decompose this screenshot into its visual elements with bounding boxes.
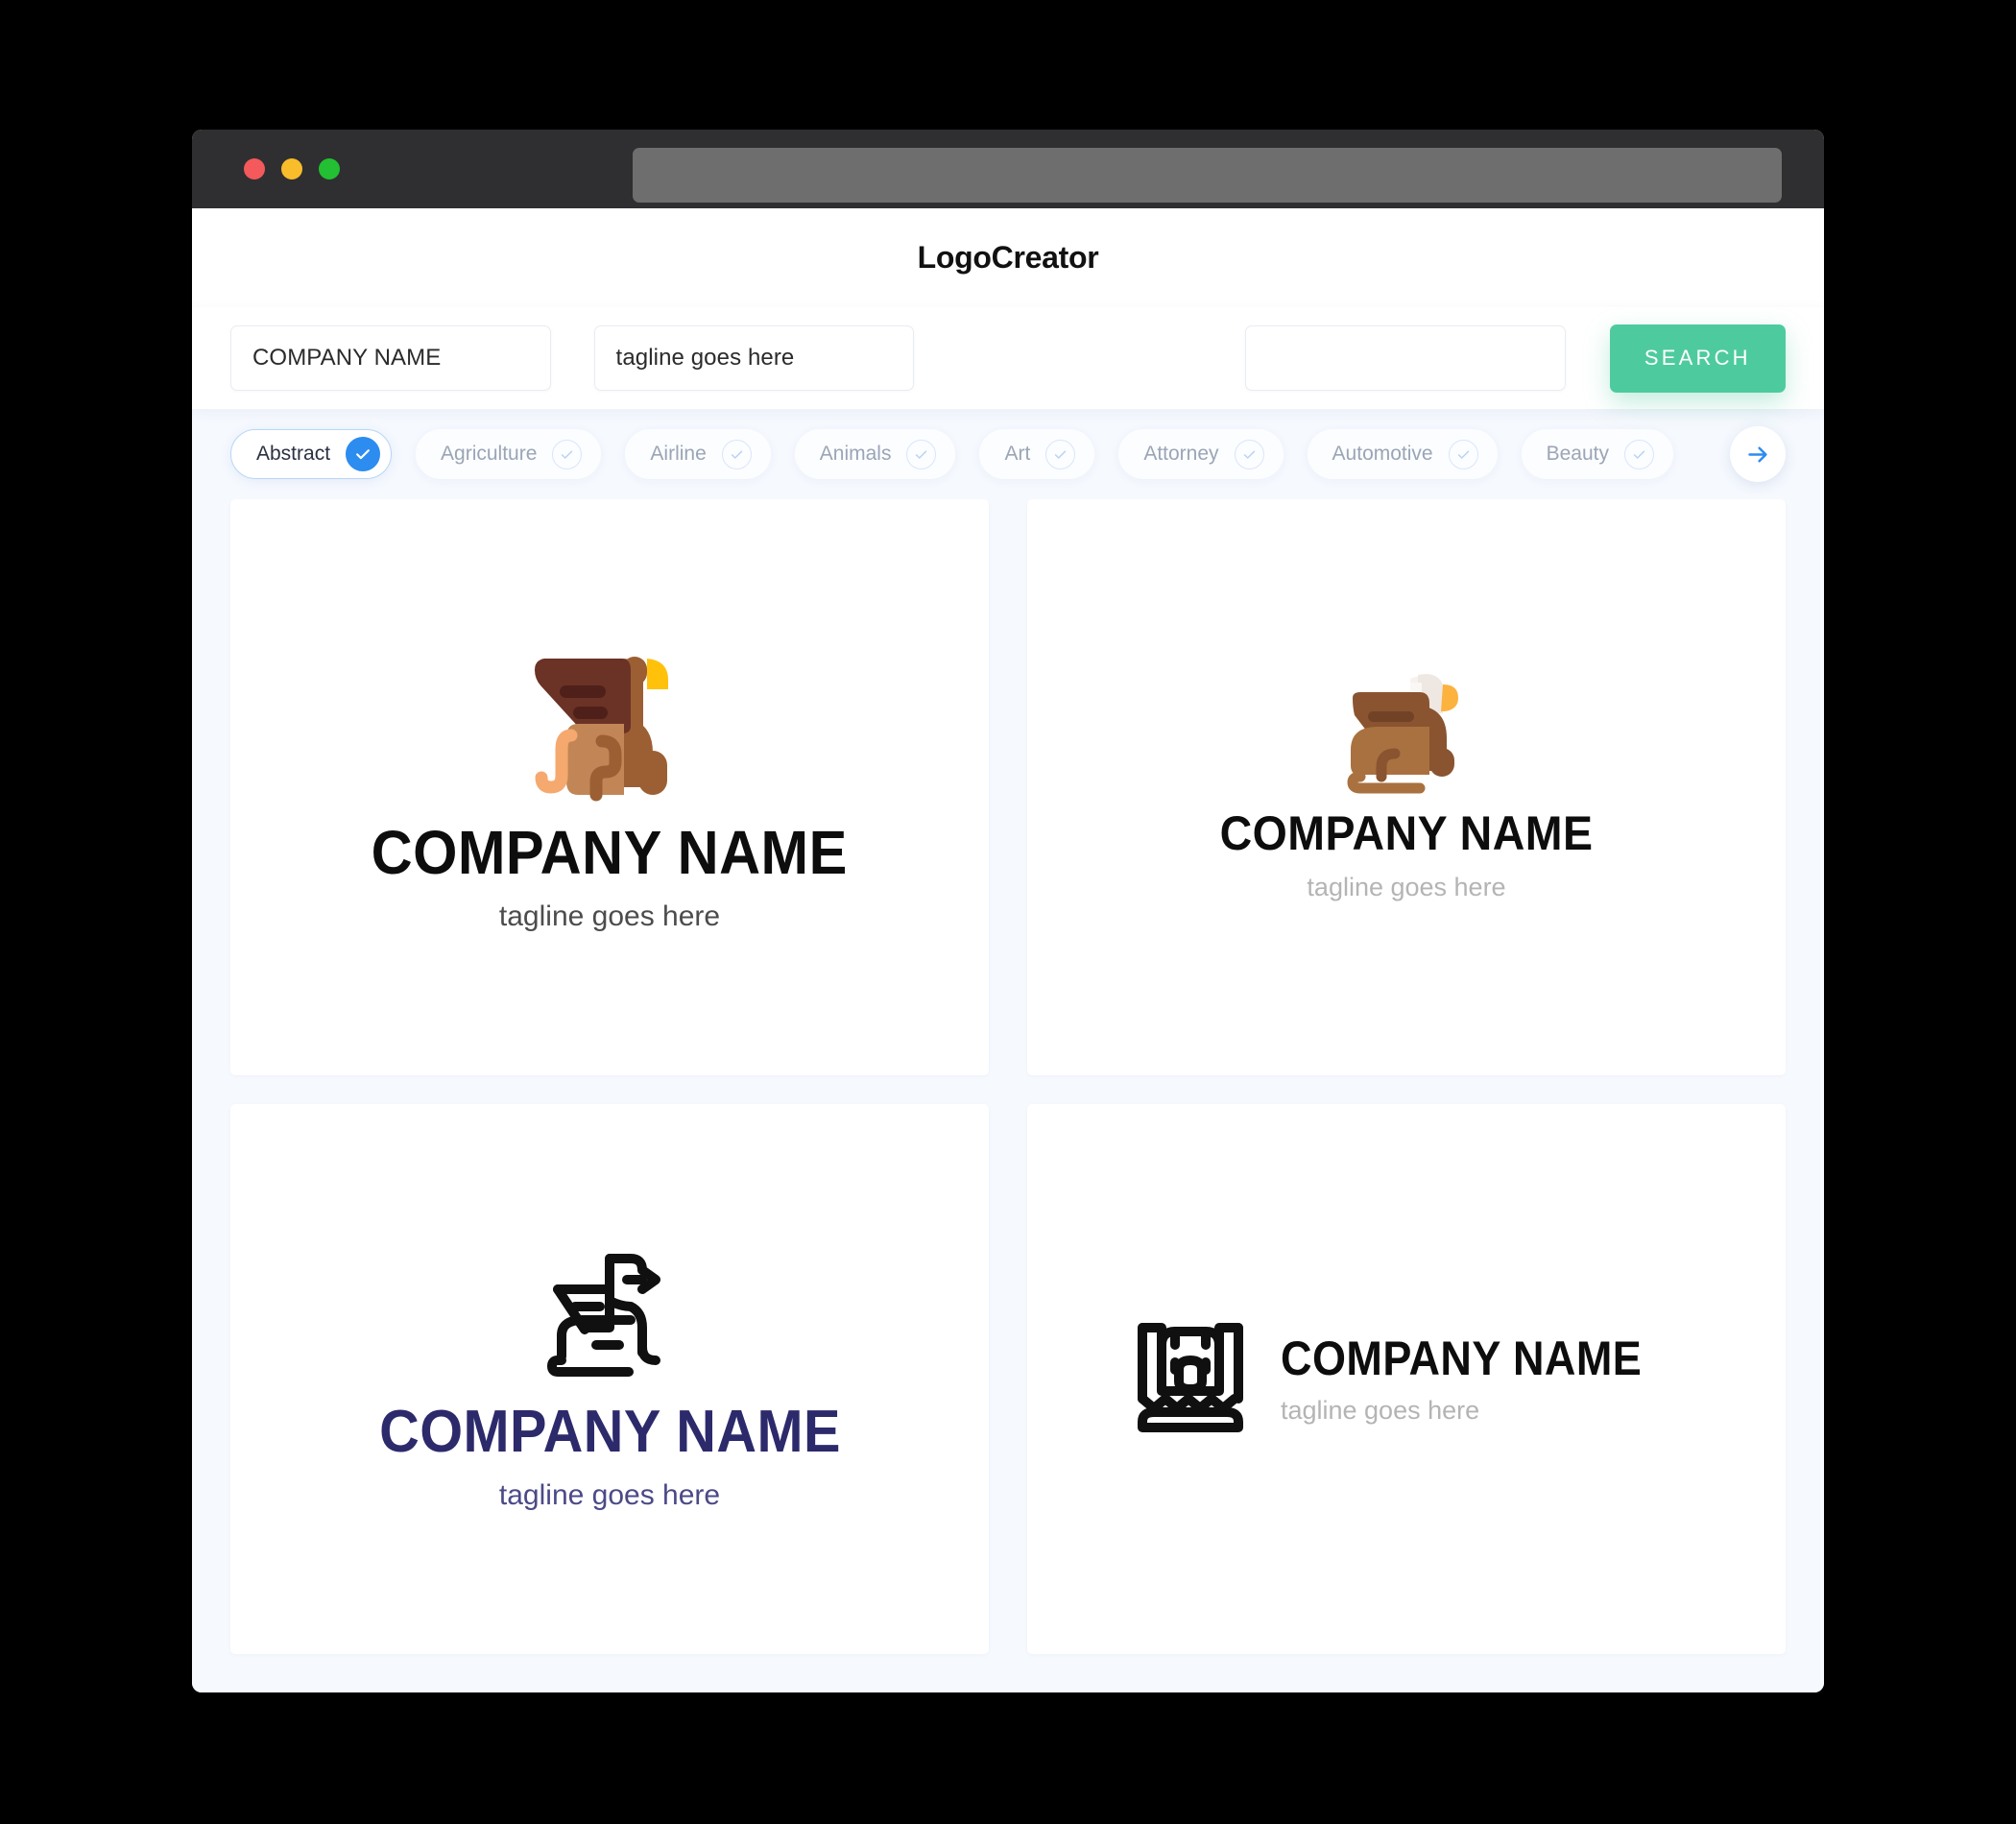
category-chip-label: Attorney	[1143, 443, 1219, 465]
logo-company-name: COMPANY NAME	[371, 817, 849, 887]
category-chip-animals[interactable]: Animals	[794, 429, 956, 479]
check-circle-icon	[721, 439, 752, 469]
logo-company-name: COMPANY NAME	[378, 1399, 841, 1466]
category-chip-attorney[interactable]: Attorney	[1118, 429, 1284, 479]
check-circle-icon	[1045, 439, 1076, 469]
logo-tagline: tagline goes here	[498, 900, 721, 932]
app-header: LogoCreator	[192, 208, 1824, 307]
arrow-right-icon	[1747, 446, 1767, 462]
check-circle-icon	[346, 437, 381, 471]
logo-preview: COMPANY NAME tagline goes here	[1206, 673, 1607, 900]
tagline-input[interactable]: tagline goes here	[593, 325, 915, 391]
category-chip-agriculture[interactable]: Agriculture	[416, 429, 602, 479]
category-chip-abstract[interactable]: Abstract	[230, 429, 393, 479]
address-bar[interactable]	[633, 148, 1782, 203]
category-filter-bar[interactable]: Abstract Agriculture Airline Animals Art	[192, 409, 1824, 499]
griffin-lying-color-icon	[1347, 674, 1458, 794]
logo-card[interactable]: COMPANY NAME tagline goes here	[230, 1103, 989, 1654]
page-title: LogoCreator	[917, 240, 1099, 275]
logo-card[interactable]: COMPANY NAME tagline goes here	[1027, 499, 1786, 1075]
category-chip-beauty[interactable]: Beauty	[1521, 429, 1673, 479]
category-chip-label: Automotive	[1332, 443, 1433, 465]
browser-window: LogoCreator COMPANY NAME tagline goes he…	[192, 130, 1824, 1692]
griffin-sitting-color-icon	[535, 656, 668, 802]
logo-card[interactable]: COMPANY NAME tagline goes here	[230, 499, 989, 1075]
logo-text-block: COMPANY NAME tagline goes here	[362, 1381, 858, 1510]
check-circle-icon	[1448, 439, 1478, 469]
logo-company-name: COMPANY NAME	[1280, 1331, 1643, 1385]
minimize-window-button[interactable]	[281, 158, 302, 180]
logo-text-block: COMPANY NAME tagline goes here	[1206, 796, 1607, 900]
category-chip-label: Agriculture	[441, 443, 538, 465]
maximize-window-button[interactable]	[319, 158, 340, 180]
logo-preview: COMPANY NAME tagline goes here	[1131, 1320, 1682, 1437]
categories-next-button[interactable]	[1730, 426, 1786, 482]
check-circle-icon	[1234, 439, 1264, 469]
category-chip-label: Animals	[819, 443, 892, 465]
company-name-input[interactable]: COMPANY NAME	[230, 325, 551, 391]
keyword-input[interactable]	[1245, 325, 1566, 391]
category-chip-automotive[interactable]: Automotive	[1307, 429, 1498, 479]
logo-tagline: tagline goes here	[498, 1479, 721, 1512]
category-chip-art[interactable]: Art	[979, 429, 1095, 479]
logo-text-block: COMPANY NAME tagline goes here	[1281, 1334, 1682, 1424]
category-chip-label: Beauty	[1546, 443, 1609, 465]
logo-tagline: tagline goes here	[1280, 1395, 1480, 1425]
logo-results-grid: COMPANY NAME tagline goes here COMPANY N…	[192, 499, 1824, 1692]
logo-preview: COMPANY NAME tagline goes here	[362, 1247, 858, 1510]
logo-preview: COMPANY NAME tagline goes here	[353, 643, 865, 931]
logo-company-name: COMPANY NAME	[1219, 806, 1594, 861]
traffic-light-group	[244, 158, 340, 180]
logo-tagline: tagline goes here	[1307, 873, 1506, 902]
logo-text-block: COMPANY NAME tagline goes here	[353, 804, 865, 931]
check-circle-icon	[1624, 439, 1654, 469]
category-chip-airline[interactable]: Airline	[625, 429, 771, 479]
check-circle-icon	[906, 439, 937, 469]
category-chip-label: Abstract	[256, 443, 331, 465]
logo-card[interactable]: COMPANY NAME tagline goes here	[1027, 1103, 1786, 1654]
griffin-outline-icon	[547, 1254, 660, 1378]
search-toolbar: COMPANY NAME tagline goes here SEARCH	[192, 307, 1824, 409]
category-chip-label: Airline	[650, 443, 707, 465]
category-chip-label: Art	[1004, 443, 1031, 465]
close-window-button[interactable]	[244, 158, 265, 180]
griffin-head-outline-icon	[1137, 1323, 1243, 1433]
browser-titlebar	[192, 130, 1824, 208]
search-button[interactable]: SEARCH	[1609, 324, 1786, 393]
check-circle-icon	[552, 439, 583, 469]
